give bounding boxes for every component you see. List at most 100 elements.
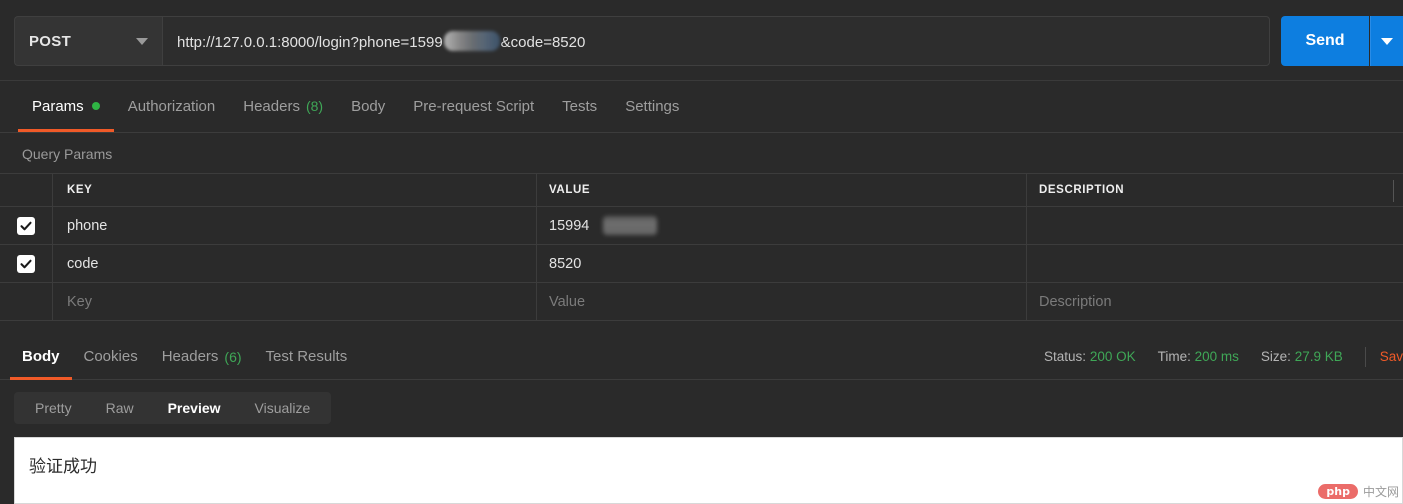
view-mode-pretty[interactable]: Pretty xyxy=(18,395,89,421)
tab-body-label: Body xyxy=(351,98,385,115)
response-bar: Body Cookies Headers (6) Test Results St… xyxy=(0,333,1403,380)
placeholder-description-label: Description xyxy=(1039,294,1112,310)
request-tabs: Params Authorization Headers (8) Body Pr… xyxy=(0,81,1403,133)
meta-divider xyxy=(1365,347,1366,367)
tab-settings-label: Settings xyxy=(625,98,679,115)
row-checkbox-code[interactable] xyxy=(17,255,35,273)
view-mode-raw[interactable]: Raw xyxy=(89,395,151,421)
size-label: Size: xyxy=(1261,349,1291,364)
url-prefix: http://127.0.0.1:8000/login?phone=1599 xyxy=(177,34,443,51)
status-value: 200 OK xyxy=(1090,349,1136,364)
placeholder-value-label: Value xyxy=(549,294,585,310)
table-row-placeholder: Key Value Description xyxy=(0,283,1403,321)
view-mode-preview-label: Preview xyxy=(168,400,221,416)
postman-window: POST http://127.0.0.1:8000/login?phone=1… xyxy=(0,0,1403,504)
view-mode-visualize[interactable]: Visualize xyxy=(238,395,328,421)
response-tab-body-label: Body xyxy=(22,348,60,365)
tab-pre-request-script[interactable]: Pre-request Script xyxy=(399,80,548,132)
tab-tests-label: Tests xyxy=(562,98,597,115)
http-method-label: POST xyxy=(29,33,136,50)
row-key-code: code xyxy=(67,256,98,272)
tab-body[interactable]: Body xyxy=(337,80,399,132)
response-tab-headers[interactable]: Headers (6) xyxy=(150,333,254,380)
placeholder-checkbox-cell xyxy=(0,283,53,320)
response-tab-test-results[interactable]: Test Results xyxy=(254,333,360,380)
placeholder-key-cell[interactable]: Key xyxy=(53,283,537,320)
header-cell-key: KEY xyxy=(53,174,537,206)
row-value-cell[interactable]: 8520 xyxy=(537,245,1027,282)
header-cell-value: VALUE xyxy=(537,174,1027,206)
row-checkbox-cell xyxy=(0,245,53,282)
chevron-down-icon xyxy=(1381,38,1393,45)
response-tabs: Body Cookies Headers (6) Test Results xyxy=(10,333,359,380)
size-badge: Size: 27.9 KB xyxy=(1261,349,1343,364)
time-label: Time: xyxy=(1158,349,1191,364)
response-tab-body[interactable]: Body xyxy=(10,333,72,380)
url-suffix: &code=8520 xyxy=(501,34,586,51)
header-cell-description: DESCRIPTION xyxy=(1027,174,1403,206)
tab-pre-request-script-label: Pre-request Script xyxy=(413,98,534,115)
tab-params-label: Params xyxy=(32,98,84,115)
checkmark-icon xyxy=(19,219,33,233)
row-key-cell[interactable]: code xyxy=(53,245,537,282)
column-header-key: KEY xyxy=(67,184,92,196)
response-tab-headers-count: (6) xyxy=(224,349,241,365)
row-key-phone: phone xyxy=(67,218,107,234)
status-label: Status: xyxy=(1044,349,1086,364)
column-header-value: VALUE xyxy=(549,184,590,196)
column-resize-handle[interactable] xyxy=(1393,180,1394,202)
url-input[interactable]: http://127.0.0.1:8000/login?phone=1599&c… xyxy=(162,16,1270,66)
response-body-text: 验证成功 xyxy=(15,438,1402,477)
query-params-table: KEY VALUE DESCRIPTION phone xyxy=(0,173,1403,321)
send-options-button[interactable] xyxy=(1370,16,1403,66)
value-redaction-blob xyxy=(603,216,657,235)
chevron-down-icon xyxy=(136,38,148,45)
response-view-modes: Pretty Raw Preview Visualize xyxy=(14,392,331,424)
response-preview-pane: 验证成功 xyxy=(14,437,1403,504)
table-row: code 8520 xyxy=(0,245,1403,283)
time-value: 200 ms xyxy=(1195,349,1239,364)
response-meta: Status: 200 OK Time: 200 ms Size: 27.9 K… xyxy=(1044,333,1403,380)
row-checkbox-cell xyxy=(0,207,53,244)
response-tab-cookies[interactable]: Cookies xyxy=(72,333,150,380)
query-params-section-label: Query Params xyxy=(0,134,1403,173)
tab-authorization-label: Authorization xyxy=(128,98,216,115)
row-value-code: 8520 xyxy=(549,256,581,272)
send-button-label: Send xyxy=(1305,32,1344,50)
row-value-cell[interactable]: 15994 xyxy=(537,207,1027,244)
url-redaction-blob xyxy=(444,31,500,51)
row-key-cell[interactable]: phone xyxy=(53,207,537,244)
row-value-phone: 15994 xyxy=(549,218,589,234)
request-url-bar: POST http://127.0.0.1:8000/login?phone=1… xyxy=(0,0,1403,81)
placeholder-key-label: Key xyxy=(67,294,92,310)
placeholder-description-cell[interactable]: Description xyxy=(1027,283,1403,320)
tab-headers-label: Headers xyxy=(243,98,300,115)
table-row: phone 15994 xyxy=(0,207,1403,245)
tab-settings[interactable]: Settings xyxy=(611,80,693,132)
time-badge: Time: 200 ms xyxy=(1158,349,1239,364)
header-cell-check xyxy=(0,174,53,206)
url-text: http://127.0.0.1:8000/login?phone=1599&c… xyxy=(177,31,585,51)
status-badge: Status: 200 OK xyxy=(1044,349,1136,364)
size-value: 27.9 KB xyxy=(1295,349,1343,364)
response-tab-cookies-label: Cookies xyxy=(84,348,138,365)
view-mode-preview[interactable]: Preview xyxy=(151,395,238,421)
tab-headers[interactable]: Headers (8) xyxy=(229,80,337,132)
save-response-link[interactable]: Sav xyxy=(1380,349,1403,364)
tab-tests[interactable]: Tests xyxy=(548,80,611,132)
row-description-cell[interactable] xyxy=(1027,245,1403,282)
row-description-cell[interactable] xyxy=(1027,207,1403,244)
view-mode-visualize-label: Visualize xyxy=(255,400,311,416)
response-tab-test-results-label: Test Results xyxy=(266,348,348,365)
checkmark-icon xyxy=(19,257,33,271)
view-mode-raw-label: Raw xyxy=(106,400,134,416)
tab-authorization[interactable]: Authorization xyxy=(114,80,230,132)
column-header-description: DESCRIPTION xyxy=(1039,184,1124,196)
row-checkbox-phone[interactable] xyxy=(17,217,35,235)
tab-params[interactable]: Params xyxy=(18,80,114,132)
tab-headers-count: (8) xyxy=(306,98,323,114)
http-method-select[interactable]: POST xyxy=(14,16,162,66)
send-button[interactable]: Send xyxy=(1281,16,1369,66)
placeholder-value-cell[interactable]: Value xyxy=(537,283,1027,320)
view-mode-pretty-label: Pretty xyxy=(35,400,72,416)
